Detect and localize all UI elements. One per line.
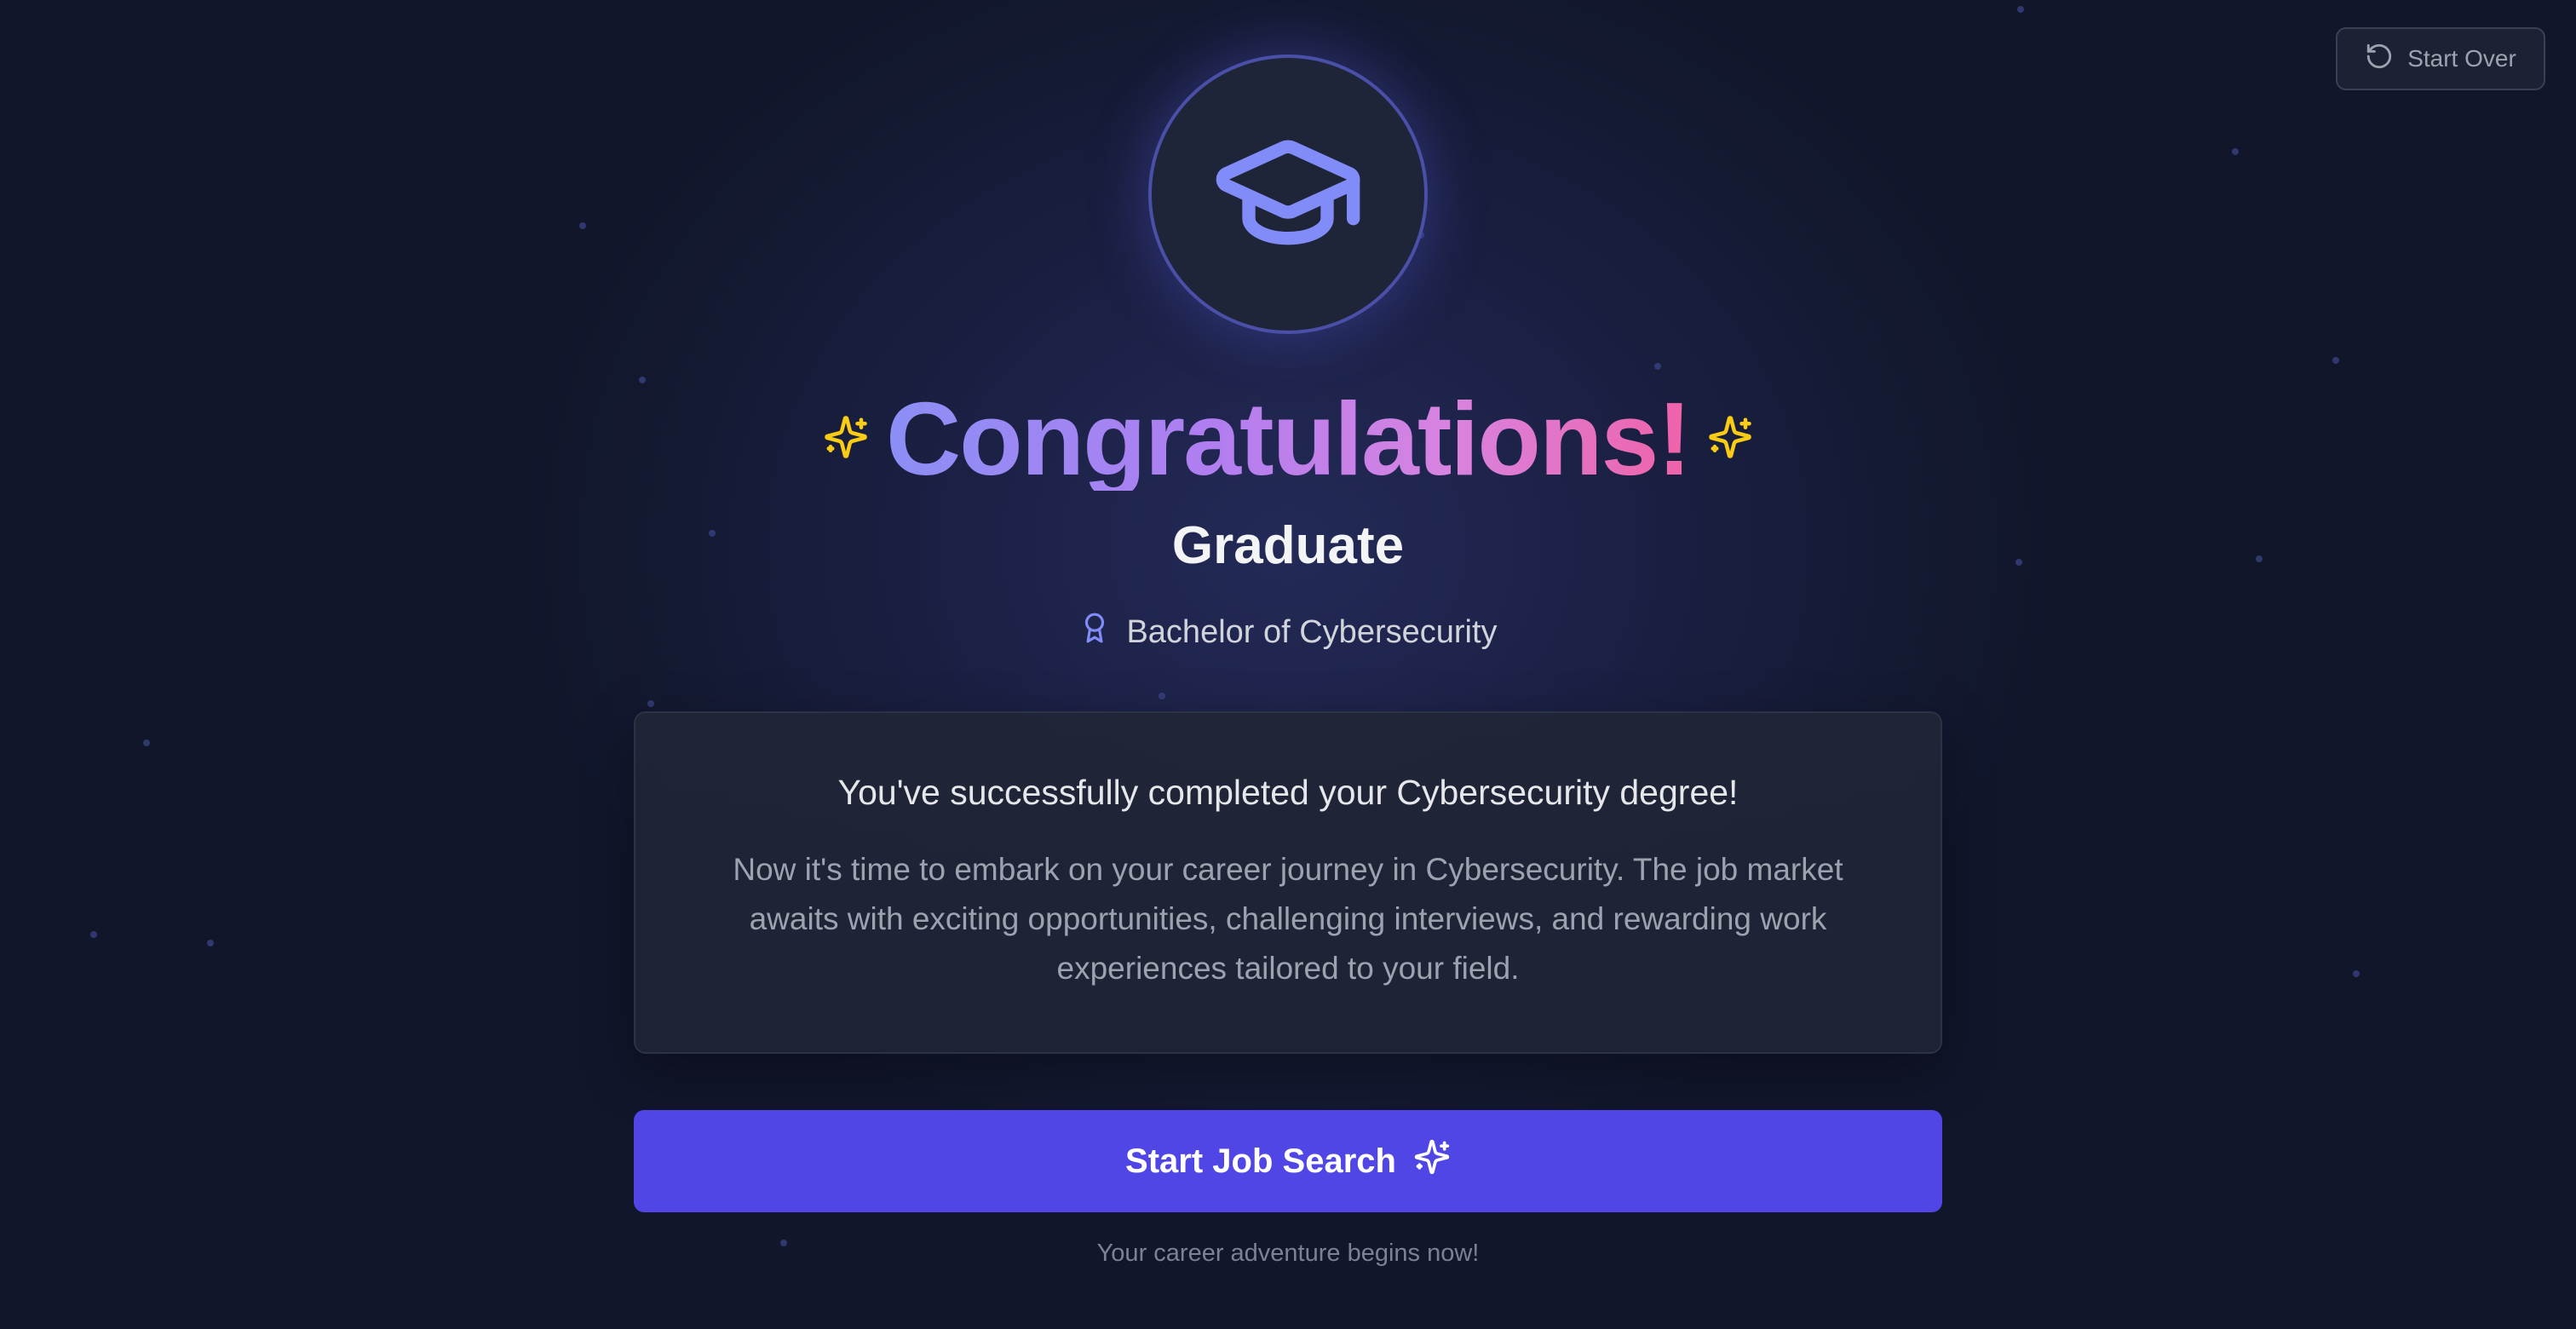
start-job-search-label: Start Job Search: [1125, 1142, 1396, 1180]
graduation-badge: [1148, 55, 1428, 334]
background-star: [90, 931, 97, 938]
graduate-subtitle: Graduate: [1171, 516, 1405, 575]
degree-name: Bachelor of Cybersecurity: [1126, 613, 1498, 650]
background-star: [647, 700, 654, 707]
title-row: Congratulations!: [0, 375, 2576, 503]
page-title: Congratulations!: [886, 381, 1692, 497]
background-star: [2332, 357, 2339, 364]
start-over-button[interactable]: Start Over: [2336, 27, 2545, 90]
start-job-search-button[interactable]: Start Job Search: [634, 1110, 1942, 1212]
background-star: [207, 940, 214, 946]
background-star: [1159, 693, 1165, 699]
background-star: [579, 222, 586, 229]
background-star: [2017, 6, 2024, 13]
card-body: Now it's time to embark on your career j…: [733, 852, 1843, 986]
degree-line: Bachelor of Cybersecurity: [0, 607, 2576, 658]
background-star: [2232, 148, 2239, 155]
completion-message-card: You've successfully completed your Cyber…: [634, 711, 1942, 1054]
background-star: [1654, 363, 1661, 370]
graduation-cap-icon: [1210, 114, 1366, 275]
rotate-ccw-icon: [2365, 42, 2394, 77]
sparkles-icon: [1413, 1138, 1451, 1184]
background-star: [2353, 970, 2360, 977]
footer-note: Your career adventure begins now!: [1096, 1240, 1480, 1267]
sparkles-icon: [1707, 414, 1753, 464]
start-over-label: Start Over: [2407, 45, 2516, 72]
award-icon: [1078, 610, 1111, 654]
background-star: [143, 739, 150, 746]
card-heading: You've successfully completed your Cyber…: [837, 773, 1739, 812]
sparkles-icon: [823, 414, 869, 464]
